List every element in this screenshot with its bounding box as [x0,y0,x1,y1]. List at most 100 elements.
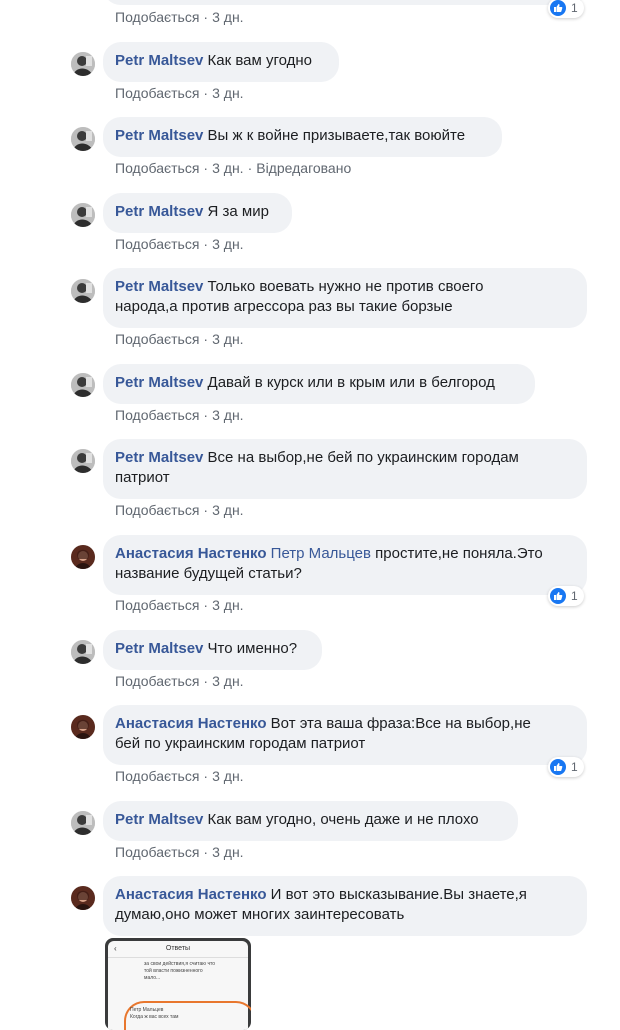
comment-meta: Подобається · 3 дн. [115,331,244,347]
mentioned-user[interactable]: Петр Мальцев [271,545,371,562]
avatar-petr-maltsev[interactable] [71,640,95,664]
reaction-count-badge[interactable]: 1 [548,757,584,777]
comment-bubble: Petr Maltsev Как вам угодно, очень даже … [103,801,518,841]
previous-comment-meta: Подобається · 3 дн. [115,9,244,25]
comment-text-line: патриот [115,469,170,486]
comment-author[interactable]: Petr Maltsev [115,374,203,391]
comment-text-line: простите,не поняла.Это [375,545,543,562]
timestamp[interactable]: 3 дн. [212,236,243,252]
comment-bubble: Petr Maltsev Только воевать нужно не про… [103,268,587,328]
back-arrow-icon: ‹ [114,944,117,953]
comment-author[interactable]: Анастасия Настенко [115,715,267,732]
timestamp[interactable]: 3 дн. [212,502,243,518]
comment-text-line: народа,а против агрессора раз вы такие б… [115,298,453,315]
attachment-line: мало... [144,975,161,981]
timestamp[interactable]: 3 дн. [212,407,243,423]
comment-bubble: Анастасия Настенко Петр Мальцев простите… [103,535,587,595]
comment-author[interactable]: Анастасия Настенко [115,545,267,562]
comment-text: Как вам угодно, очень даже и не плохо [207,811,479,828]
like-link[interactable]: Подобається [115,844,199,860]
previous-comment-bubble [103,0,587,5]
comment-author[interactable]: Анастасия Настенко [115,886,267,903]
avatar-anastasia-nastenko[interactable] [71,545,95,569]
comment-text-line: думаю,оно может многих заинтересовать [115,906,405,923]
comment-author[interactable]: Petr Maltsev [115,52,203,69]
screenshot-attachment[interactable]: ‹ Ответы за свои действия,я считаю что т… [105,938,251,1030]
comment-bubble: Petr Maltsev Давай в курск или в крым ил… [103,364,535,404]
thumbs-up-icon [550,759,566,775]
timestamp[interactable]: 3 дн. [212,331,243,347]
comment-meta: Подобається · 3 дн. [115,673,244,689]
like-link[interactable]: Подобається [115,85,199,101]
avatar-petr-maltsev[interactable] [71,373,95,397]
edited-label[interactable]: Відредаговано [256,160,351,176]
comment-text-line: бей по украинским городам патриот [115,735,366,752]
thumbs-up-icon [550,588,566,604]
timestamp[interactable]: 3 дн. [212,768,243,784]
comment-text: Что именно? [207,640,298,657]
avatar-petr-maltsev[interactable] [71,127,95,151]
like-link[interactable]: Подобається [115,768,199,784]
comment-bubble: Petr Maltsev Что именно? [103,630,322,670]
comment-bubble: Petr Maltsev Вы ж к войне призываете,так… [103,117,502,157]
comment-meta: Подобається · 3 дн. [115,597,244,613]
reaction-count-badge[interactable]: 1 [548,586,584,606]
comment-text-line: Только воевать нужно не против своего [207,278,484,295]
avatar-petr-maltsev[interactable] [71,203,95,227]
like-link[interactable]: Подобається [115,160,199,176]
comment-author[interactable]: Petr Maltsev [115,278,203,295]
attachment-line: той власти пожизненного [144,968,203,974]
comment-meta: Подобається · 3 дн. [115,768,244,784]
avatar-anastasia-nastenko[interactable] [71,715,95,739]
like-link[interactable]: Подобається [115,502,199,518]
like-link[interactable]: Подобається [115,331,199,347]
comment-author[interactable]: Petr Maltsev [115,811,203,828]
avatar-petr-maltsev[interactable] [71,279,95,303]
avatar-petr-maltsev[interactable] [71,52,95,76]
avatar-petr-maltsev[interactable] [71,449,95,473]
like-link[interactable]: Подобається [115,236,199,252]
comment-author[interactable]: Petr Maltsev [115,203,203,220]
like-link[interactable]: Подобається [115,597,199,613]
comment-text: Вы ж к войне призываете,так воюйте [207,127,466,144]
reaction-count: 1 [571,1,578,15]
like-link[interactable]: Подобається [115,673,199,689]
attachment-header: ‹ Ответы [108,941,248,958]
timestamp[interactable]: 3 дн. [212,844,243,860]
avatar-anastasia-nastenko[interactable] [71,886,95,910]
comment-text-line: Все на выбор,не бей по украинским города… [207,449,519,466]
comment-bubble: Анастасия Настенко Вот эта ваша фраза:Вс… [103,705,587,765]
attachment-header-title: Ответы [165,945,191,952]
like-link[interactable]: Подобається [115,407,199,423]
timestamp[interactable]: 3 дн. [212,597,243,613]
comment-meta: Подобається · 3 дн. [115,407,244,423]
comment-bubble: Petr Maltsev Я за мир [103,193,292,233]
thumbs-up-icon [550,0,566,16]
comment-text-line: название будущей статьи? [115,565,302,582]
comment-text: Я за мир [207,203,269,220]
attachment-screen: ‹ Ответы за свои действия,я считаю что т… [108,941,251,1030]
reaction-count: 1 [571,760,578,774]
comment-thread: Подобається · 3 дн. 1 Petr Maltsev Как вам… [0,0,620,1030]
comment-bubble: Petr Maltsev Все на выбор,не бей по укра… [103,439,587,499]
timestamp[interactable]: 3 дн. [212,160,243,176]
avatar-petr-maltsev[interactable] [71,811,95,835]
timestamp[interactable]: 3 дн. [212,9,243,25]
comment-meta: Подобається · 3 дн. [115,844,244,860]
attachment-line: Петр Мальцев [130,1007,164,1013]
timestamp[interactable]: 3 дн. [212,673,243,689]
comment-meta: Подобається · 3 дн. · Відредаговано [115,160,352,176]
timestamp[interactable]: 3 дн. [212,85,243,101]
comment-text: Давай в курск или в крым или в белгород [207,374,495,391]
attachment-text: за свои действия,я считаю что той власти… [144,961,215,982]
attachment-line: за свои действия,я считаю что [144,961,216,967]
comment-text-line: И вот это высказывание.Вы знаете,я [270,886,527,903]
like-link[interactable]: Подобається [115,9,199,25]
comment-meta: Подобається · 3 дн. [115,85,244,101]
comment-author[interactable]: Petr Maltsev [115,449,203,466]
comment-author[interactable]: Petr Maltsev [115,640,203,657]
attachment-reply: Петр Мальцев Когда ж вас всех там [130,1007,179,1021]
comment-author[interactable]: Petr Maltsev [115,127,203,144]
comment-bubble: Petr Maltsev Как вам угодно [103,42,339,82]
reaction-count-badge[interactable]: 1 [548,0,584,18]
